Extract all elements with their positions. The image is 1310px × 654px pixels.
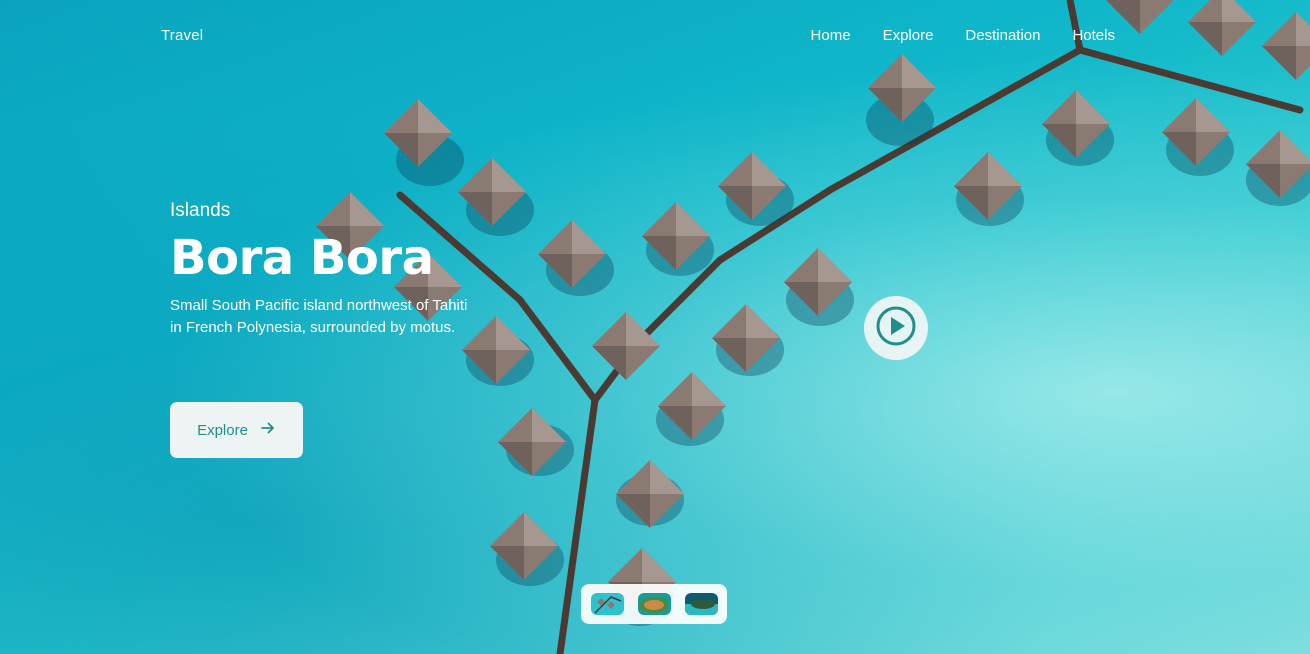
site-header: Travel Home Explore Destination Hotels xyxy=(0,0,1310,74)
image-thumbnails xyxy=(581,584,727,624)
hero-content: Islands Bora Bora Small South Pacific is… xyxy=(170,200,490,339)
hero-subtitle: Islands xyxy=(170,200,231,221)
nav-explore[interactable]: Explore xyxy=(883,27,934,44)
thumbnail-lagoon-island[interactable] xyxy=(684,593,718,615)
thumbnail-bungalows[interactable] xyxy=(590,593,624,615)
hero-description: Small South Pacific island northwest of … xyxy=(170,296,468,336)
nav-home[interactable]: Home xyxy=(811,27,851,44)
nav-destination[interactable]: Destination xyxy=(965,27,1040,44)
explore-button-label: Explore xyxy=(197,421,248,439)
nav-hotels[interactable]: Hotels xyxy=(1072,27,1115,44)
explore-button[interactable]: Explore xyxy=(170,402,303,458)
hero-background: Travel Home Explore Destination Hotels I… xyxy=(0,0,1310,654)
hero-title: Bora Bora xyxy=(170,230,434,286)
main-nav: Home Explore Destination Hotels xyxy=(811,27,1115,44)
play-circle-icon xyxy=(875,305,917,351)
arrow-right-icon xyxy=(260,420,276,440)
thumbnail-green-island[interactable] xyxy=(637,593,671,615)
brand-logo[interactable]: Travel xyxy=(161,27,203,44)
play-video-button[interactable] xyxy=(864,296,928,360)
